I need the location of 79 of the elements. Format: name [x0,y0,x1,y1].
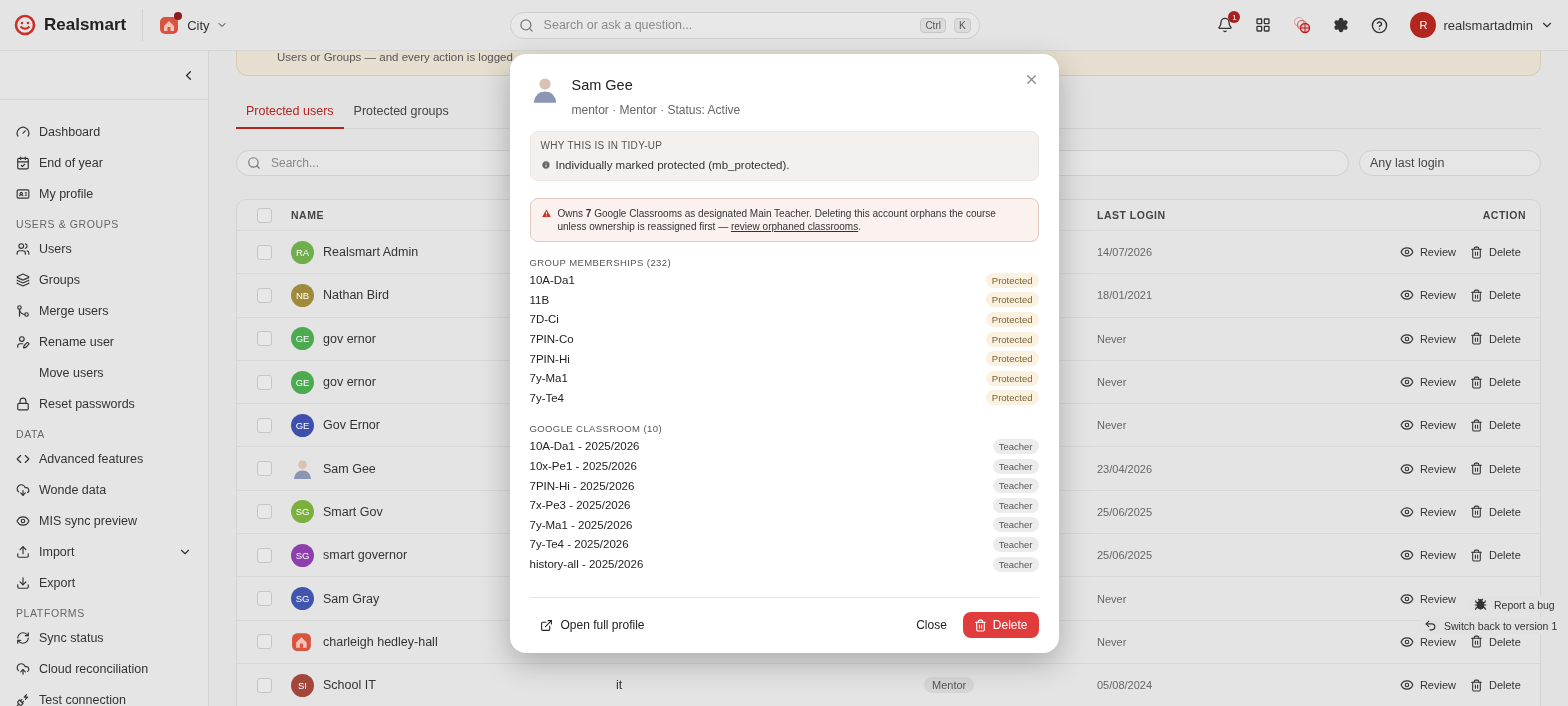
section-heading: GOOGLE CLASSROOM (10) [529,422,663,434]
last-login: Never [1097,635,1128,648]
list-item-name: history-all - 2025/2026 [529,558,644,570]
user-name: Realsmart Admin [323,245,419,260]
section-heading: USERS & GROUPS [15,217,120,232]
list-item-name: 7PIN-Hi [529,352,570,365]
status-tag: Teacher [992,497,1039,513]
section-heading: GROUP MEMBERSHIPS (232) [529,256,673,268]
user-avatar: SG [291,500,314,524]
list-item-name: 7x-Pe3 - 2025/2026 [529,499,631,512]
last-login: 25/06/2025 [1097,505,1154,518]
column-header: ACTION [1482,209,1527,221]
section-heading: DATA [15,427,46,442]
last-login: Never [1097,592,1128,605]
list-item-name: 10A-Da1 [529,274,575,287]
section-heading: PLATFORMS [15,606,86,621]
last-login: Never [1097,419,1128,432]
status-tag: Teacher [992,438,1039,454]
status-tag: Protected [985,312,1039,327]
status-tag: Teacher [992,458,1039,474]
column-header: LAST LOGIN [1097,209,1166,221]
list-item-name: 7PIN-Co [529,333,574,346]
status-tag: Teacher [992,556,1039,572]
list-item-name: 7y-Ma1 [529,372,568,385]
warning-text: Owns 7 Google Classrooms as designated Main Teacher. Deleting this account orphans the course unless ownership is reassigned first — review orphaned classrooms. [557,206,997,233]
user-name: Smart Gov [323,504,383,519]
list-item-name: 11B [529,293,550,306]
role-tag: Mentor [924,677,975,694]
brand-name: Realsmart [44,15,127,35]
dialog-title: Sam Gee [571,76,634,93]
list-item-name: 10x-Pe1 - 2025/2026 [529,460,637,473]
user-avatar: SI [291,673,314,697]
reason-text: Individually marked protected (mb_protected). [555,158,790,171]
user-avatar: RA [291,240,314,264]
list-item-name: 7y-Ma1 - 2025/2026 [529,518,633,531]
status-tag: Teacher [992,517,1039,533]
shortcut-key: K [953,17,971,33]
user-avatar: SG [291,587,314,610]
status-tag: Protected [985,390,1039,406]
status-tag: Protected [985,351,1039,367]
user-name: smart governor [323,548,408,563]
user-name: gov ernor [323,375,376,390]
last-login: 05/08/2024 [1097,679,1154,692]
user-name: Gov Ernor [323,418,380,433]
status-tag: Protected [985,331,1039,347]
list-item-name: 10A-Da1 - 2025/2026 [529,440,640,453]
reason-heading: WHY THIS IS IN TIDY-UP [540,139,664,151]
last-login: 25/06/2025 [1097,549,1154,562]
status-tag: Teacher [992,536,1039,552]
status-tag: Teacher [992,478,1039,494]
user-avatar: GE [291,327,314,351]
user-name: Nathan Bird [323,288,389,303]
user-name: School IT [323,678,376,693]
notification-badge: 1 [1228,11,1241,23]
user-name: charleigh hedley-hall [323,634,438,649]
list-item-name: 7PIN-Hi - 2025/2026 [529,479,635,492]
status-tag: Protected [985,370,1039,386]
user-name: Sam Gee [323,461,376,476]
shortcut-key: Ctrl [920,17,946,33]
status-tag: Protected [985,272,1039,288]
user-avatar: NB [291,283,314,307]
list-item-name: 7y-Te4 - 2025/2026 [529,538,629,551]
last-login: Never [1097,332,1128,345]
last-login: 14/07/2026 [1097,246,1154,259]
user-avatar: R [1410,12,1437,38]
user-avatar: GE [291,370,314,394]
user-avatar: SG [291,543,314,567]
column-header: NAME [291,209,324,221]
banner-text: Users or Groups — and every action is logged. [277,51,517,63]
last-login: 23/04/2026 [1097,462,1154,475]
user-name: gov ernor [323,331,376,346]
last-login: 18/01/2021 [1097,289,1154,302]
list-item-name: 7D-Ci [529,313,559,326]
last-login: Never [1097,376,1128,389]
user-name: Sam Gray [323,591,380,606]
list-item-name: 7y-Te4 [529,391,565,404]
status-tag: Protected [985,292,1039,308]
user-avatar: GE [291,413,314,437]
dialog-subtitle: mentor · Mentor · Status: Active [571,102,741,117]
